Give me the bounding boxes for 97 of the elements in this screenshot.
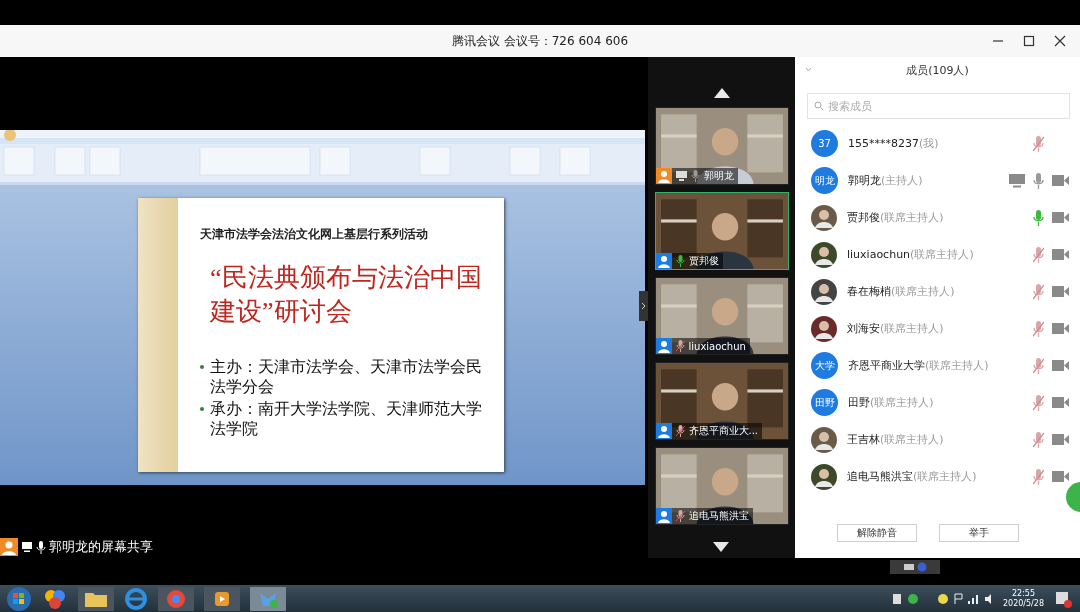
avatar: 37 xyxy=(811,130,838,157)
microphone-icon[interactable] xyxy=(1033,172,1044,189)
member-row[interactable]: 大学 齐恩平商业大学(联席主持人) xyxy=(795,347,1080,384)
member-name: 王吉林(联席主持人) xyxy=(847,432,945,447)
folder-icon[interactable] xyxy=(78,586,114,611)
microphone-icon xyxy=(36,540,46,554)
camera-icon[interactable] xyxy=(1052,397,1069,408)
video-tile[interactable]: 追电马熊洪宝 xyxy=(654,447,789,525)
start-icon[interactable] xyxy=(6,585,32,612)
notification-icon[interactable] xyxy=(1054,589,1072,608)
member-row[interactable]: 37 155****8237(我) xyxy=(795,125,1080,162)
bullet-text: 主办：天津市法学会、天津市法学会民法学分会 xyxy=(210,357,483,397)
member-row[interactable]: 明龙 郭明龙(主持人) xyxy=(795,162,1080,199)
search-field[interactable]: 搜索成员 xyxy=(807,93,1070,119)
chevron-right-icon xyxy=(641,302,646,310)
action-button[interactable]: 解除静音 xyxy=(836,524,917,542)
video-tile[interactable]: 郭明龙 xyxy=(654,107,789,185)
member-row[interactable]: 贾邦俊(联席主持人) xyxy=(795,199,1080,236)
system-tray-icons-drawing[interactable] xyxy=(892,591,993,606)
camera-icon[interactable] xyxy=(1052,471,1069,482)
app-icon[interactable] xyxy=(42,587,68,610)
camera-icon[interactable] xyxy=(1052,249,1069,260)
member-row[interactable]: 追电马熊洪宝(联席主持人) xyxy=(795,458,1080,495)
language-bar-drawing xyxy=(890,560,940,574)
member-name: 郭明龙(主持人) xyxy=(848,173,924,188)
microphone-icon[interactable] xyxy=(1033,209,1044,226)
member-name: 155****8237(我) xyxy=(848,136,940,151)
microphone-icon[interactable] xyxy=(1033,135,1044,152)
camera-icon[interactable] xyxy=(1052,212,1069,223)
scroll-up-icon[interactable] xyxy=(713,88,730,98)
scroll-down-icon[interactable] xyxy=(713,542,729,552)
member-row[interactable]: 王吉林(联席主持人) xyxy=(795,421,1080,458)
video-tile[interactable]: liuxiaochun xyxy=(654,277,789,355)
member-name: 刘海安(联席主持人) xyxy=(847,321,945,336)
participant-name: 郭明龙 xyxy=(703,169,734,183)
camera-icon[interactable] xyxy=(1052,175,1069,186)
browser-icon[interactable] xyxy=(124,586,148,611)
member-row[interactable]: 田野 田野(联席主持人) xyxy=(795,384,1080,421)
member-name: 追电马熊洪宝(联席主持人) xyxy=(847,469,978,484)
clock-date: 2020/5/28 xyxy=(1002,598,1044,609)
camera-icon[interactable] xyxy=(1052,434,1069,445)
video-tile[interactable]: 贾邦俊 xyxy=(654,192,789,270)
member-name: 贾邦俊(联席主持人) xyxy=(847,210,945,225)
member-row[interactable]: 刘海安(联席主持人) xyxy=(795,310,1080,347)
avatar: 明龙 xyxy=(811,167,838,194)
avatar-icon xyxy=(811,426,837,453)
media-player-icon[interactable] xyxy=(204,586,240,611)
participant-name: 贾邦俊 xyxy=(688,254,719,268)
avatar-icon xyxy=(811,315,837,342)
microphone-icon[interactable] xyxy=(1033,394,1044,411)
screen-share-caption: 郭明龙的屏幕共享 xyxy=(49,538,153,556)
bullet-text: 承办：南开大学法学院、天津师范大学法学院 xyxy=(210,399,483,439)
microphone-icon[interactable] xyxy=(1033,283,1044,300)
avatar-icon xyxy=(811,204,837,231)
microphone-icon[interactable] xyxy=(1033,246,1044,263)
slide-subtitle: 天津市法学会法治文化网上基层行系列活动 xyxy=(200,226,429,243)
avatar-icon xyxy=(811,278,837,305)
member-name: 田野(联席主持人) xyxy=(848,395,935,410)
microphone-icon[interactable] xyxy=(1033,468,1044,485)
browser-icon[interactable] xyxy=(158,586,194,611)
avatar-icon xyxy=(811,241,837,268)
collapse-icon[interactable] xyxy=(805,67,812,72)
member-name: 春在梅梢(联席主持人) xyxy=(847,284,956,299)
camera-icon[interactable] xyxy=(1052,286,1069,297)
screen-share-icon xyxy=(1009,173,1025,188)
meeting-app-icon[interactable] xyxy=(250,586,286,611)
participant-name: 追电马熊洪宝 xyxy=(688,509,749,523)
microphone-icon[interactable] xyxy=(1033,357,1044,374)
bullet-icon xyxy=(200,407,204,411)
collapse-handle[interactable] xyxy=(639,291,648,321)
microphone-icon[interactable] xyxy=(1033,320,1044,337)
member-count-title: 成员(109人) xyxy=(906,62,969,78)
member-name: 齐恩平商业大学(联席主持人) xyxy=(848,358,990,373)
search-icon xyxy=(814,101,824,111)
member-row[interactable]: 春在梅梢(联席主持人) xyxy=(795,273,1080,310)
microphone-icon[interactable] xyxy=(1033,431,1044,448)
member-name: liuxiaochun(联席主持人) xyxy=(847,247,975,262)
member-row[interactable]: liuxiaochun(联席主持人) xyxy=(795,236,1080,273)
camera-icon[interactable] xyxy=(1052,360,1069,371)
screen-share-icon xyxy=(21,541,33,553)
user-icon xyxy=(0,538,18,556)
clock-time: 22:55 xyxy=(1011,588,1035,599)
avatar: 田野 xyxy=(811,389,838,416)
window-title: 腾讯会议 会议号：726 604 606 xyxy=(451,32,629,50)
maximize-icon[interactable] xyxy=(1023,35,1035,47)
screen-share-icon xyxy=(675,171,687,181)
action-button[interactable]: 举手 xyxy=(938,524,1019,542)
bullet-icon xyxy=(200,365,204,369)
floating-badge-icon[interactable] xyxy=(1066,482,1080,512)
avatar: 大学 xyxy=(811,352,838,379)
close-icon[interactable] xyxy=(1054,35,1066,47)
video-tile[interactable]: 齐恩平商业大... xyxy=(654,362,789,440)
camera-icon[interactable] xyxy=(1052,323,1069,334)
avatar-icon xyxy=(811,463,837,490)
participant-name: liuxiaochun xyxy=(688,340,746,352)
participant-name: 齐恩平商业大... xyxy=(688,424,759,438)
slide-title: “民法典颁布与法治中国建设”研讨会 xyxy=(210,262,483,328)
